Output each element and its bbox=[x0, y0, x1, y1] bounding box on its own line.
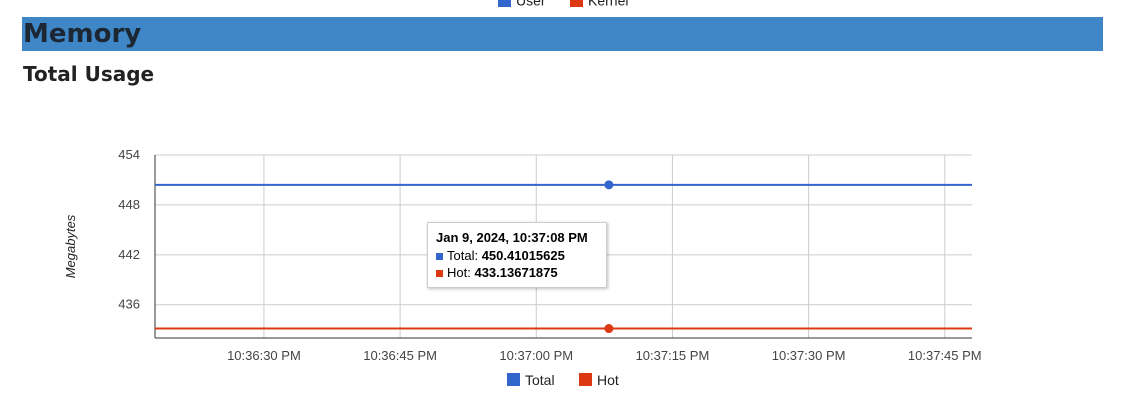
legend-item-total[interactable]: Total bbox=[507, 371, 555, 389]
chart-tooltip: Jan 9, 2024, 10:37:08 PM Total: 450.4101… bbox=[427, 222, 607, 288]
tooltip-label-total: Total: bbox=[447, 248, 479, 263]
tooltip-label-hot: Hot: bbox=[447, 265, 471, 280]
highlight-point-total bbox=[604, 180, 614, 190]
y-tick-label: 454 bbox=[118, 147, 140, 162]
x-tick-label: 10:37:15 PM bbox=[636, 348, 710, 363]
legend-swatch-hot bbox=[579, 373, 592, 387]
x-tick-label: 10:37:45 PM bbox=[908, 348, 982, 363]
x-tick-label: 10:37:00 PM bbox=[499, 348, 573, 363]
y-tick-label: 448 bbox=[118, 197, 140, 212]
legend-label-hot: Hot bbox=[597, 371, 619, 388]
y-tick-label: 436 bbox=[118, 297, 140, 312]
y-axis-label: Megabytes bbox=[63, 214, 78, 278]
legend-label-total: Total bbox=[525, 371, 555, 388]
tooltip-value-hot: 433.13671875 bbox=[474, 265, 558, 280]
memory-chart[interactable]: 436 442 448 454 10:36:30 PM 10:36:45 PM 10:37:… bbox=[0, 0, 1128, 410]
y-tick-label: 442 bbox=[118, 247, 140, 262]
tooltip-row-hot: Hot: 433.13671875 bbox=[436, 265, 558, 280]
tooltip-row-total: Total: 450.41015625 bbox=[436, 248, 565, 263]
legend-swatch-total bbox=[507, 373, 520, 387]
x-tick-label: 10:37:30 PM bbox=[772, 348, 846, 363]
x-tick-label: 10:36:30 PM bbox=[227, 348, 301, 363]
legend-item-hot[interactable]: Hot bbox=[579, 371, 619, 389]
x-tick-label: 10:36:45 PM bbox=[363, 348, 437, 363]
tooltip-swatch-total bbox=[436, 253, 443, 261]
tooltip-swatch-hot bbox=[436, 270, 443, 278]
highlight-point-hot bbox=[604, 324, 614, 334]
tooltip-title: Jan 9, 2024, 10:37:08 PM bbox=[436, 230, 588, 245]
tooltip-value-total: 450.41015625 bbox=[481, 248, 565, 263]
